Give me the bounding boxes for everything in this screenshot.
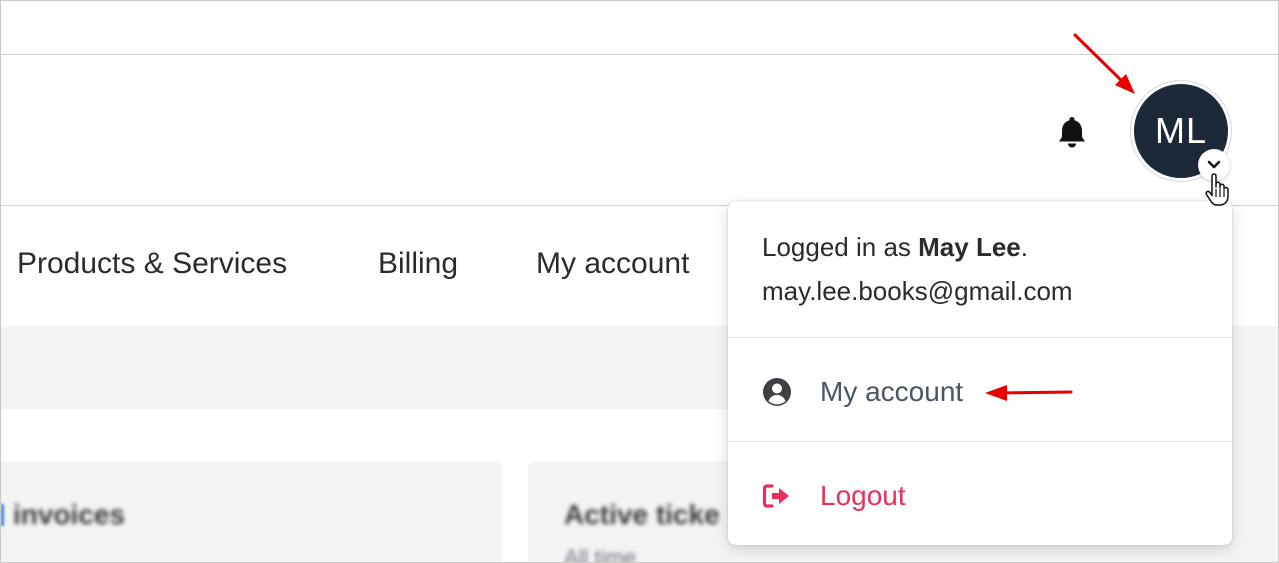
nav-item-my-account[interactable]: My account [536, 247, 689, 281]
card-title: Active ticke [564, 499, 720, 530]
menu-divider [728, 441, 1232, 442]
user-circle-icon [762, 377, 792, 407]
logged-in-info: Logged in as May Lee. may.lee.books@gmai… [762, 225, 1073, 313]
nav-item-billing[interactable]: Billing [378, 247, 458, 281]
card-accent [1, 504, 4, 526]
hand-cursor-icon [1205, 173, 1229, 206]
menu-item-label: Logout [820, 480, 906, 511]
logged-in-line: Logged in as May Lee. [762, 225, 1073, 269]
avatar-initials: ML [1154, 110, 1207, 151]
sign-out-icon [762, 481, 792, 511]
menu-item-label: My account [820, 376, 964, 407]
browser-top-bar [1, 1, 1278, 55]
menu-divider [728, 337, 1232, 338]
nav-item-products-services[interactable]: Products & Services [17, 247, 287, 281]
menu-item-logout[interactable]: Logout [728, 461, 1232, 531]
card-subtitle: All time [564, 545, 637, 563]
bell-icon[interactable] [1054, 114, 1090, 150]
user-name: May Lee [918, 232, 1021, 262]
user-email: may.lee.books@gmail.com [762, 276, 1073, 306]
menu-item-my-account[interactable]: My account [728, 357, 1232, 427]
logged-in-prefix: Logged in as [762, 232, 919, 262]
app-window: ML Products & Services Billing My accoun… [0, 0, 1279, 563]
card-title: invoices [13, 499, 126, 530]
logged-in-suffix: . [1020, 232, 1028, 262]
user-dropdown-menu: Logged in as May Lee. may.lee.books@gmai… [728, 201, 1232, 545]
